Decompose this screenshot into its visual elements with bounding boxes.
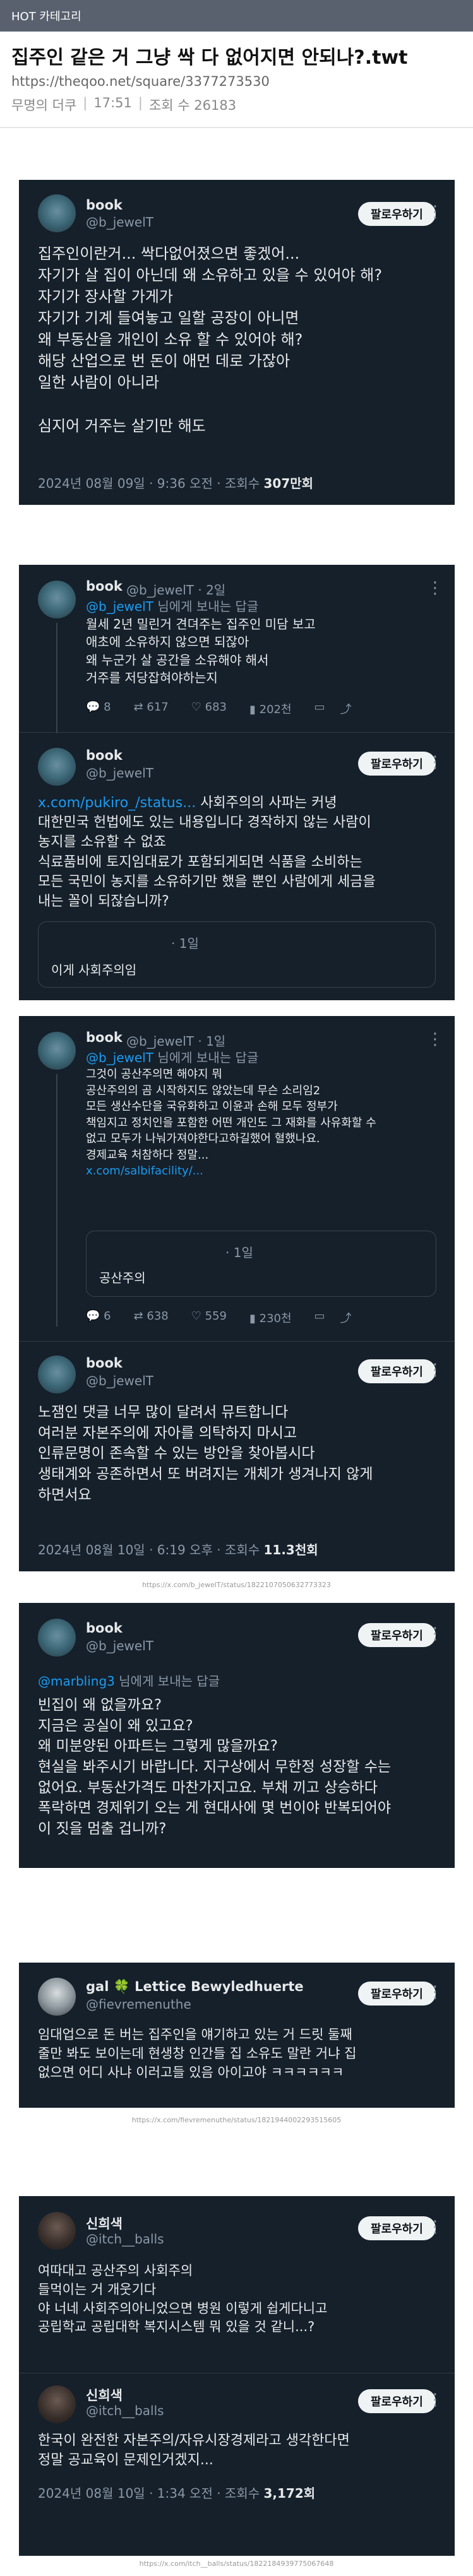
post-author: 무명의 더쿠: [11, 98, 77, 113]
avatar[interactable]: [38, 1619, 76, 1657]
category-label[interactable]: HOT 카테고리: [11, 8, 81, 24]
tweet-text: 집주인이란거... 싹다없어졌으면 좋겠어... 자기가 살 집이 아닌데 왜 소…: [38, 245, 383, 435]
tweet-text: 월세 2년 밀린거 견뎌주는 집주인 미담 보고 애초에 소유하지 않으면 되잖아…: [86, 617, 316, 686]
avatar[interactable]: [38, 1032, 76, 1070]
post-meta: 무명의 더쿠 | 17:51 | 조회 수 26183: [11, 95, 237, 113]
tweet-author-handle[interactable]: @b_jewelT: [86, 1373, 153, 1388]
share-icon[interactable]: ⤴: [340, 700, 352, 717]
views-icon[interactable]: ▮ 202천: [249, 700, 292, 717]
quoted-link[interactable]: x.com/salbifacility/...: [86, 1163, 376, 1179]
follow-button[interactable]: 팔로우하기: [358, 1359, 436, 1383]
post-title: 집주인 같은 거 그냥 싹 다 없어지면 안되나?.twt: [11, 47, 408, 69]
tweet-author-name[interactable]: book: [86, 1030, 123, 1045]
share-icon[interactable]: ⤴: [340, 1309, 352, 1326]
quoted-link[interactable]: x.com/pukiro_/status...: [38, 795, 196, 811]
follow-button[interactable]: 팔로우하기: [358, 2216, 436, 2240]
bookmark-icon[interactable]: ▭: [314, 1309, 325, 1326]
more-icon[interactable]: ⋮: [427, 2219, 443, 2235]
avatar[interactable]: [38, 2385, 76, 2423]
source-url[interactable]: https://x.com/itch__balls/status/1822184…: [0, 2560, 473, 2568]
follow-button[interactable]: 팔로우하기: [358, 752, 436, 776]
avatar[interactable]: [38, 1978, 76, 2016]
tweet-author-handle[interactable]: @itch__balls: [86, 2403, 164, 2418]
divider: [0, 127, 473, 128]
reply-context: @b_jewelT 님에게 보내는 답글: [86, 599, 259, 614]
tweet-actions: 💬 6 ⇄ 638 ♡ 559 ▮ 230천 ▭ ⤴: [86, 1309, 374, 1326]
divider: [19, 1341, 455, 1342]
tweet-actions: 💬 8 ⇄ 617 ♡ 683 ▮ 202천 ▭ ⤴: [86, 700, 374, 717]
tweet-card: gal 🍀 Lettice Bewyledhuerte @fievremenut…: [19, 1963, 455, 2108]
more-icon[interactable]: ⋮: [427, 2392, 443, 2408]
more-icon[interactable]: ⋮: [427, 1984, 443, 2000]
tweet-text: 임대업으로 돈 버는 집주인을 얘기하고 있는 거 드릿 둘째 줄만 봐도 보이는…: [38, 2027, 357, 2080]
avatar[interactable]: [38, 2212, 76, 2250]
post-url[interactable]: https://theqoo.net/square/3377273530: [11, 74, 462, 89]
tweet-author-name[interactable]: 신희색: [86, 2214, 123, 2233]
source-url[interactable]: https://x.com/b_jewelT/status/1822107050…: [0, 1581, 473, 1589]
bookmark-icon[interactable]: ▭: [314, 700, 325, 717]
more-icon[interactable]: ⋮: [427, 580, 443, 596]
tweet-author-name[interactable]: book: [86, 579, 123, 594]
thread-line: [56, 623, 57, 733]
tweet-text: 한국이 완전한 자본주의/자유시장경제라고 생각한다면 정말 공교육이 문제인거겠…: [38, 2433, 350, 2469]
tweet-author-name[interactable]: book: [86, 1356, 123, 1371]
tweet-author-handle[interactable]: @b_jewelT · 2일: [126, 580, 225, 598]
tweet-author-name[interactable]: book: [86, 1621, 123, 1636]
more-icon[interactable]: ⋮: [427, 1626, 443, 1642]
reply-context: @marbling3 님에게 보내는 답글: [38, 1674, 220, 1689]
retweet-icon[interactable]: ⇄ 617: [134, 700, 169, 717]
follow-button[interactable]: 팔로우하기: [358, 1982, 436, 2006]
tweet-text: x.com/pukiro_/status... 사회주의의 사파는 커녕 대한민…: [38, 795, 376, 910]
tweet-thread-card: 신희색 @itch__balls 팔로우하기 ⋮ 여따대고 공산주의 사회주의 들…: [19, 2196, 455, 2556]
avatar[interactable]: [38, 581, 76, 618]
post-header: 집주인 같은 거 그냥 싹 다 없어지면 안되나?.twt https://th…: [0, 32, 473, 114]
quoted-tweet[interactable]: · 1일 공산주의: [86, 1231, 436, 1297]
follow-button[interactable]: 팔로우하기: [358, 202, 436, 226]
avatar[interactable]: [38, 748, 76, 786]
like-icon[interactable]: ♡ 683: [191, 700, 227, 717]
tweet-author-handle[interactable]: @itch__balls: [86, 2231, 164, 2247]
retweet-icon[interactable]: ⇄ 638: [134, 1309, 169, 1326]
more-icon[interactable]: ⋮: [427, 1031, 443, 1048]
tweet-author-name[interactable]: gal 🍀 Lettice Bewyledhuerte: [86, 1979, 304, 1995]
top-bar: HOT 카테고리: [0, 0, 473, 32]
views-icon[interactable]: ▮ 230천: [249, 1309, 292, 1326]
reply-icon[interactable]: 💬 6: [86, 1309, 111, 1326]
tweet-author-handle[interactable]: @b_jewelT: [86, 1638, 153, 1653]
quoted-tweet[interactable]: · 1일 이게 사회주의임: [38, 921, 436, 988]
more-icon[interactable]: ⋮: [427, 1362, 443, 1378]
tweet-author-name[interactable]: book: [86, 748, 123, 763]
source-url[interactable]: https://x.com/fievremenuthe/status/18219…: [0, 2116, 473, 2124]
tweet-timestamp: 2024년 08월 10일 · 6:19 오후 · 조회수 11.3천회: [38, 1542, 318, 1557]
post-time: 17:51: [93, 95, 132, 110]
post-views: 조회 수 26183: [148, 98, 237, 113]
tweet-text: 빈집이 왜 없을까요? 지금은 공실이 왜 있고요? 왜 미분양된 아파트는 그렇게…: [38, 1697, 392, 1837]
avatar[interactable]: [38, 194, 76, 232]
avatar[interactable]: [38, 1356, 76, 1393]
tweet-thread-card: book @b_jewelT · 1일 ⋮ @b_jewelT 님에게 보내는 …: [19, 1016, 455, 1571]
tweet-card: book @b_jewelT 팔로우하기 ⋮ @marbling3 님에게 보내…: [19, 1603, 455, 1868]
tweet-text: 여따대고 공산주의 사회주의 들먹이는 거 개웃기다 야 너네 사회주의아니었으면 …: [38, 2263, 328, 2335]
tweet-text: 노잼인 댓글 너무 많이 달려서 뮤트합니다 여러분 자본주의에 자아를 의탁하지…: [38, 1404, 373, 1503]
tweet-author-handle[interactable]: @b_jewelT: [86, 765, 153, 781]
like-icon[interactable]: ♡ 559: [191, 1309, 227, 1326]
tweet-author-handle[interactable]: @b_jewelT: [86, 215, 153, 230]
tweet-author-name[interactable]: book: [86, 198, 123, 213]
tweet-author-handle[interactable]: @fievremenuthe: [86, 1997, 191, 2012]
tweet-card: book @b_jewelT 팔로우하기 ⋮ 집주인이란거... 싹다없어졌으면…: [19, 180, 455, 505]
tweet-timestamp: 2024년 08월 10일 · 1:34 오전 · 조회수 3,172회: [38, 2486, 316, 2501]
more-icon[interactable]: ⋮: [427, 754, 443, 771]
follow-button[interactable]: 팔로우하기: [358, 2389, 436, 2413]
follow-button[interactable]: 팔로우하기: [358, 1623, 436, 1647]
tweet-timestamp: 2024년 08월 09일 · 9:36 오전 · 조회수 307만회: [38, 476, 314, 491]
reply-icon[interactable]: 💬 8: [86, 700, 111, 717]
tweet-text: 그것이 공산주의면 해야지 뭐 공산주의의 곰 시작하지도 않았는데 무슨 소리임…: [86, 1066, 376, 1179]
divider: [19, 732, 455, 733]
tweet-author-name[interactable]: 신희색: [86, 2385, 123, 2404]
reply-context: @b_jewelT 님에게 보내는 답글: [86, 1050, 259, 1065]
tweet-thread-card: book @b_jewelT · 2일 ⋮ @b_jewelT 님에게 보내는 …: [19, 565, 455, 1000]
more-icon[interactable]: ⋮: [427, 204, 443, 220]
thread-line: [56, 1074, 57, 1326]
tweet-author-handle[interactable]: @b_jewelT · 1일: [126, 1031, 225, 1049]
